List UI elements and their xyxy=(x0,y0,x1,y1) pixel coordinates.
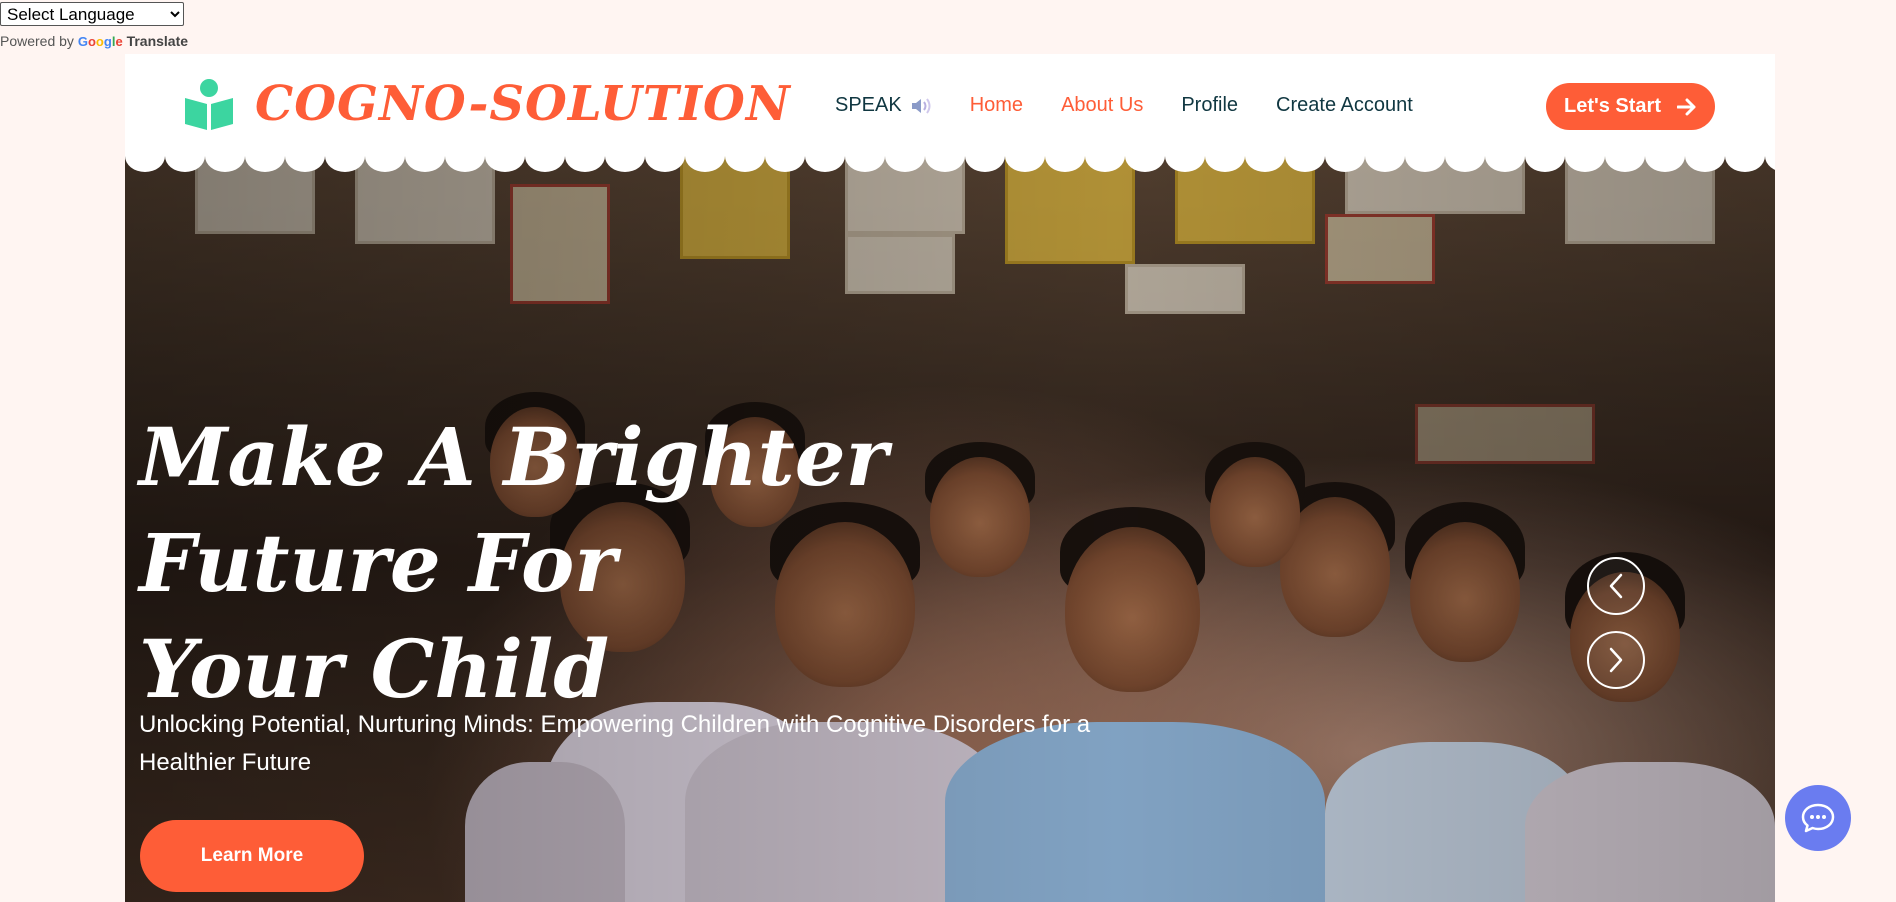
nav-home[interactable]: Home xyxy=(970,94,1023,117)
arrow-right-icon xyxy=(1677,98,1696,115)
site-header: COGNO-SOLUTION SPEAK Home About Us Profi… xyxy=(125,54,1775,154)
chat-widget-button[interactable] xyxy=(1785,785,1851,851)
nav-about-us[interactable]: About Us xyxy=(1061,94,1143,117)
header-scallop-edge xyxy=(125,154,1775,172)
nav-profile[interactable]: Profile xyxy=(1181,94,1238,117)
book-reader-icon xyxy=(185,79,233,130)
chevron-right-icon xyxy=(1609,647,1623,673)
carousel-prev-button[interactable] xyxy=(1587,557,1645,615)
site-logo[interactable]: COGNO-SOLUTION xyxy=(183,78,791,130)
language-select[interactable]: Select Language xyxy=(0,2,184,26)
logo-text: COGNO-SOLUTION xyxy=(255,76,791,132)
powered-by-label: Powered by xyxy=(0,33,74,49)
powered-by-google: Powered by Google Translate xyxy=(0,33,188,49)
nav-speak-label: SPEAK xyxy=(835,94,902,116)
hero-title-line-1: Make A Brighter Future For xyxy=(139,410,888,610)
hero-subtitle: Unlocking Potential, Nurturing Minds: Em… xyxy=(139,711,1091,776)
chevron-left-icon xyxy=(1609,573,1623,599)
learn-more-button[interactable]: Learn More xyxy=(140,820,364,892)
nav-create-account[interactable]: Create Account xyxy=(1276,94,1413,117)
google-logo[interactable]: Google xyxy=(78,34,123,49)
translate-link[interactable]: Translate xyxy=(127,33,188,49)
main-nav: SPEAK Home About Us Profile Create Accou… xyxy=(835,94,1451,117)
chat-bubble-icon xyxy=(1801,803,1835,833)
page-container: COGNO-SOLUTION SPEAK Home About Us Profi… xyxy=(125,54,1775,902)
carousel-next-button[interactable] xyxy=(1587,631,1645,689)
hero-title-line-2: Your Child xyxy=(139,622,610,716)
speaker-icon xyxy=(911,97,931,114)
hero-title: Make A Brighter Future For Your Child xyxy=(139,404,1139,722)
lets-start-button[interactable]: Let's Start xyxy=(1546,83,1715,130)
nav-speak[interactable]: SPEAK xyxy=(835,94,932,117)
google-translate-widget: Select Language xyxy=(0,2,184,26)
lets-start-label: Let's Start xyxy=(1563,95,1661,117)
